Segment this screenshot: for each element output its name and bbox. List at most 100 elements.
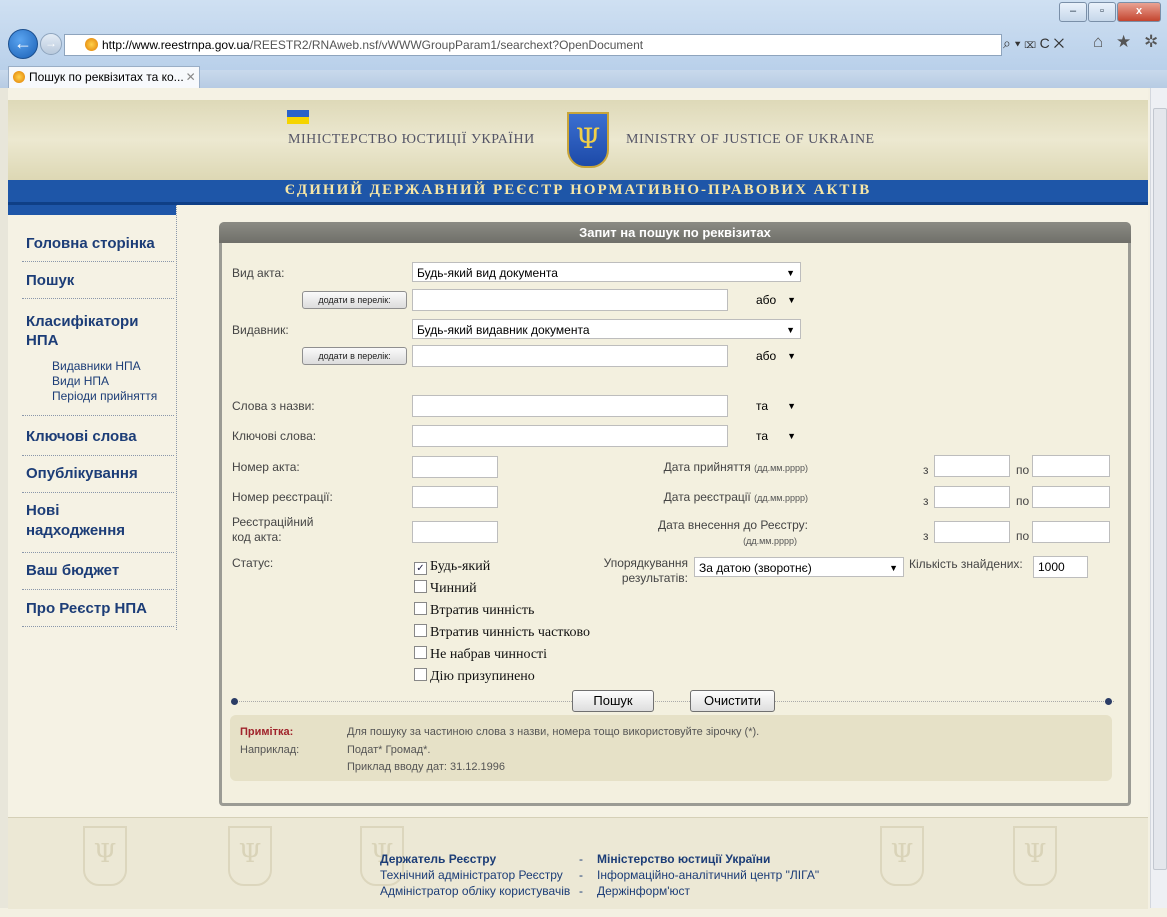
date-adopted-text: Дата прийняття — [663, 460, 751, 474]
sidebar-subitem-issuers[interactable]: Видавники НПА — [52, 359, 141, 373]
divider-dot — [231, 698, 238, 705]
window-controls: – ▫ x — [1058, 2, 1161, 24]
forward-arrow-icon[interactable]: → — [40, 33, 62, 55]
title-words-label: Слова з назви: — [232, 399, 315, 413]
checked-icon: ✓ — [414, 562, 427, 575]
act-type-list-input[interactable] — [412, 289, 728, 311]
footer-holder-value[interactable]: Міністерство юстиції України — [597, 852, 770, 866]
sidebar-item-new-arrivals[interactable]: Нові — [26, 502, 59, 519]
sidebar-item-budget[interactable]: Ваш бюджет — [26, 562, 119, 579]
add-issuer-button[interactable]: додати в перелік: — [302, 347, 407, 365]
add-act-type-button[interactable]: додати в перелік: — [302, 291, 407, 309]
keywords-label: Ключові слова: — [232, 429, 317, 443]
reg-number-input[interactable] — [412, 486, 498, 508]
keywords-input[interactable] — [412, 425, 728, 447]
ministry-name-en: MINISTRY OF JUSTICE OF UKRAINE — [626, 132, 875, 147]
status-expired-checkbox[interactable]: Втратив чинність — [414, 602, 534, 619]
scrollbar-thumb[interactable] — [1153, 108, 1167, 870]
logic-and-value: та — [756, 399, 769, 413]
keywords-logic-select[interactable]: та ▼ — [752, 426, 801, 446]
vertical-scrollbar[interactable] — [1150, 88, 1167, 908]
issuer-select[interactable]: Будь-який видавник документа ▼ — [412, 319, 801, 339]
sort-label-1: Упорядкування — [603, 556, 688, 570]
logic-or-value: або — [756, 349, 777, 363]
sidebar-top-strip — [8, 205, 176, 215]
back-arrow-icon[interactable]: ← — [8, 29, 38, 59]
act-type-logic-select[interactable]: або ▼ — [752, 290, 801, 310]
checkbox-icon — [414, 646, 427, 659]
status-suspended-checkbox[interactable]: Дію призупинено — [414, 668, 535, 685]
date-added-from-input[interactable] — [934, 521, 1010, 543]
sidebar-item-new-arrivals-line2[interactable]: надходження — [26, 522, 125, 539]
status-partially-expired-checkbox[interactable]: Втратив чинність частково — [414, 624, 590, 641]
act-type-select[interactable]: Будь-який вид документа ▼ — [412, 262, 801, 282]
site-favicon-icon — [85, 38, 98, 51]
status-valid-label: Чинний — [430, 581, 477, 596]
browser-tab[interactable]: Пошук по реквізитах та ко... ✕ — [8, 66, 200, 89]
act-number-input[interactable] — [412, 456, 498, 478]
status-any-checkbox[interactable]: ✓ Будь-який — [414, 559, 490, 575]
sidebar-subitem-types[interactable]: Види НПА — [52, 374, 109, 388]
sidebar-subitem-periods[interactable]: Періоди прийняття — [52, 389, 157, 403]
date-adopted-from-input[interactable] — [934, 455, 1010, 477]
clear-button[interactable]: Очистити — [690, 690, 775, 712]
date-added-label: Дата внесення до Реєстру: — [658, 518, 808, 532]
date-registered-to-input[interactable] — [1032, 486, 1110, 508]
status-valid-checkbox[interactable]: Чинний — [414, 580, 477, 597]
sidebar-item-about[interactable]: Про Реєстр НПА — [26, 600, 147, 617]
sidebar-divider — [22, 626, 174, 627]
sidebar-item-search[interactable]: Пошук — [26, 272, 74, 289]
sidebar-item-keywords[interactable]: Ключові слова — [26, 428, 137, 445]
issuer-list-input[interactable] — [412, 345, 728, 367]
date-registered-label: Дата реєстрації (дд.мм.рррр) — [560, 490, 808, 504]
note-text: Для пошуку за частиною слова з назви, но… — [347, 726, 760, 738]
date-adopted-to-input[interactable] — [1032, 455, 1110, 477]
found-count-input[interactable]: 1000 — [1033, 556, 1088, 578]
status-partially-expired-label: Втратив чинність частково — [430, 625, 591, 640]
sidebar-divider — [22, 261, 174, 262]
reg-code-input[interactable] — [412, 521, 498, 543]
footer — [8, 817, 1148, 909]
maximize-button[interactable]: ▫ — [1088, 2, 1116, 22]
date-adopted-label: Дата прийняття (дд.мм.рррр) — [560, 460, 808, 474]
issuer-logic-select[interactable]: або ▼ — [752, 346, 801, 366]
emblem-watermark-icon: Ψ — [880, 826, 924, 886]
date-registered-from-input[interactable] — [934, 486, 1010, 508]
sidebar-item-classifiers-line2[interactable]: НПА — [26, 332, 58, 349]
date-format-hint: (дд.мм.рррр) — [754, 493, 808, 503]
home-favorites-settings-icons[interactable]: ⌂ ★ ✲ — [1093, 32, 1162, 52]
sidebar-item-home[interactable]: Головна сторінка — [26, 235, 155, 252]
close-window-button[interactable]: x — [1117, 2, 1161, 22]
emblem-watermark-icon: Ψ — [228, 826, 272, 886]
tab-favicon-icon — [13, 71, 25, 83]
address-controls[interactable]: ⌕ ▾ ⌧ C ✕ — [1003, 35, 1064, 52]
date-added-to-input[interactable] — [1032, 521, 1110, 543]
close-tab-icon[interactable]: ✕ — [186, 70, 196, 84]
checkbox-icon — [414, 624, 427, 637]
status-not-in-force-checkbox[interactable]: Не набрав чинності — [414, 646, 547, 663]
title-words-logic-select[interactable]: та ▼ — [752, 396, 801, 416]
date-format-hint: (дд.мм.рррр) — [743, 536, 797, 546]
title-words-input[interactable] — [412, 395, 728, 417]
checkbox-icon — [414, 580, 427, 593]
emblem-watermark-icon: Ψ — [83, 826, 127, 886]
issuer-value: Будь-який видавник документа — [417, 323, 590, 337]
ministry-name-ua: МІНІСТЕРСТВО ЮСТИЦІЇ УКРАЇНИ — [288, 132, 535, 147]
status-suspended-label: Дію призупинено — [430, 669, 535, 684]
reg-code-label-1: Реєстраційний — [232, 515, 314, 529]
status-not-in-force-label: Не набрав чинності — [430, 647, 548, 662]
footer-tech-admin-value[interactable]: Інформаційно-аналітичний центр "ЛІГА" — [597, 868, 819, 882]
search-button[interactable]: Пошук — [572, 690, 654, 712]
sidebar-item-classifiers[interactable]: Класифікатори — [26, 313, 138, 330]
act-type-label: Вид акта: — [232, 266, 285, 280]
address-bar[interactable]: http://www.reestrnpa.gov.ua/REESTR2/RNAw… — [64, 34, 1002, 56]
act-type-value: Будь-який вид документа — [417, 266, 558, 280]
footer-users-admin-value[interactable]: Держінформ'юст — [597, 884, 690, 898]
date-added-format: (дд.мм.рррр) — [560, 533, 797, 547]
sidebar-item-publication[interactable]: Опублікування — [26, 465, 138, 482]
sort-order-select[interactable]: За датою (зворотнє) ▼ — [694, 557, 904, 577]
checkbox-icon — [414, 602, 427, 615]
minimize-button[interactable]: – — [1059, 2, 1087, 22]
to-label: по — [1016, 494, 1030, 508]
sidebar-divider — [22, 455, 174, 456]
